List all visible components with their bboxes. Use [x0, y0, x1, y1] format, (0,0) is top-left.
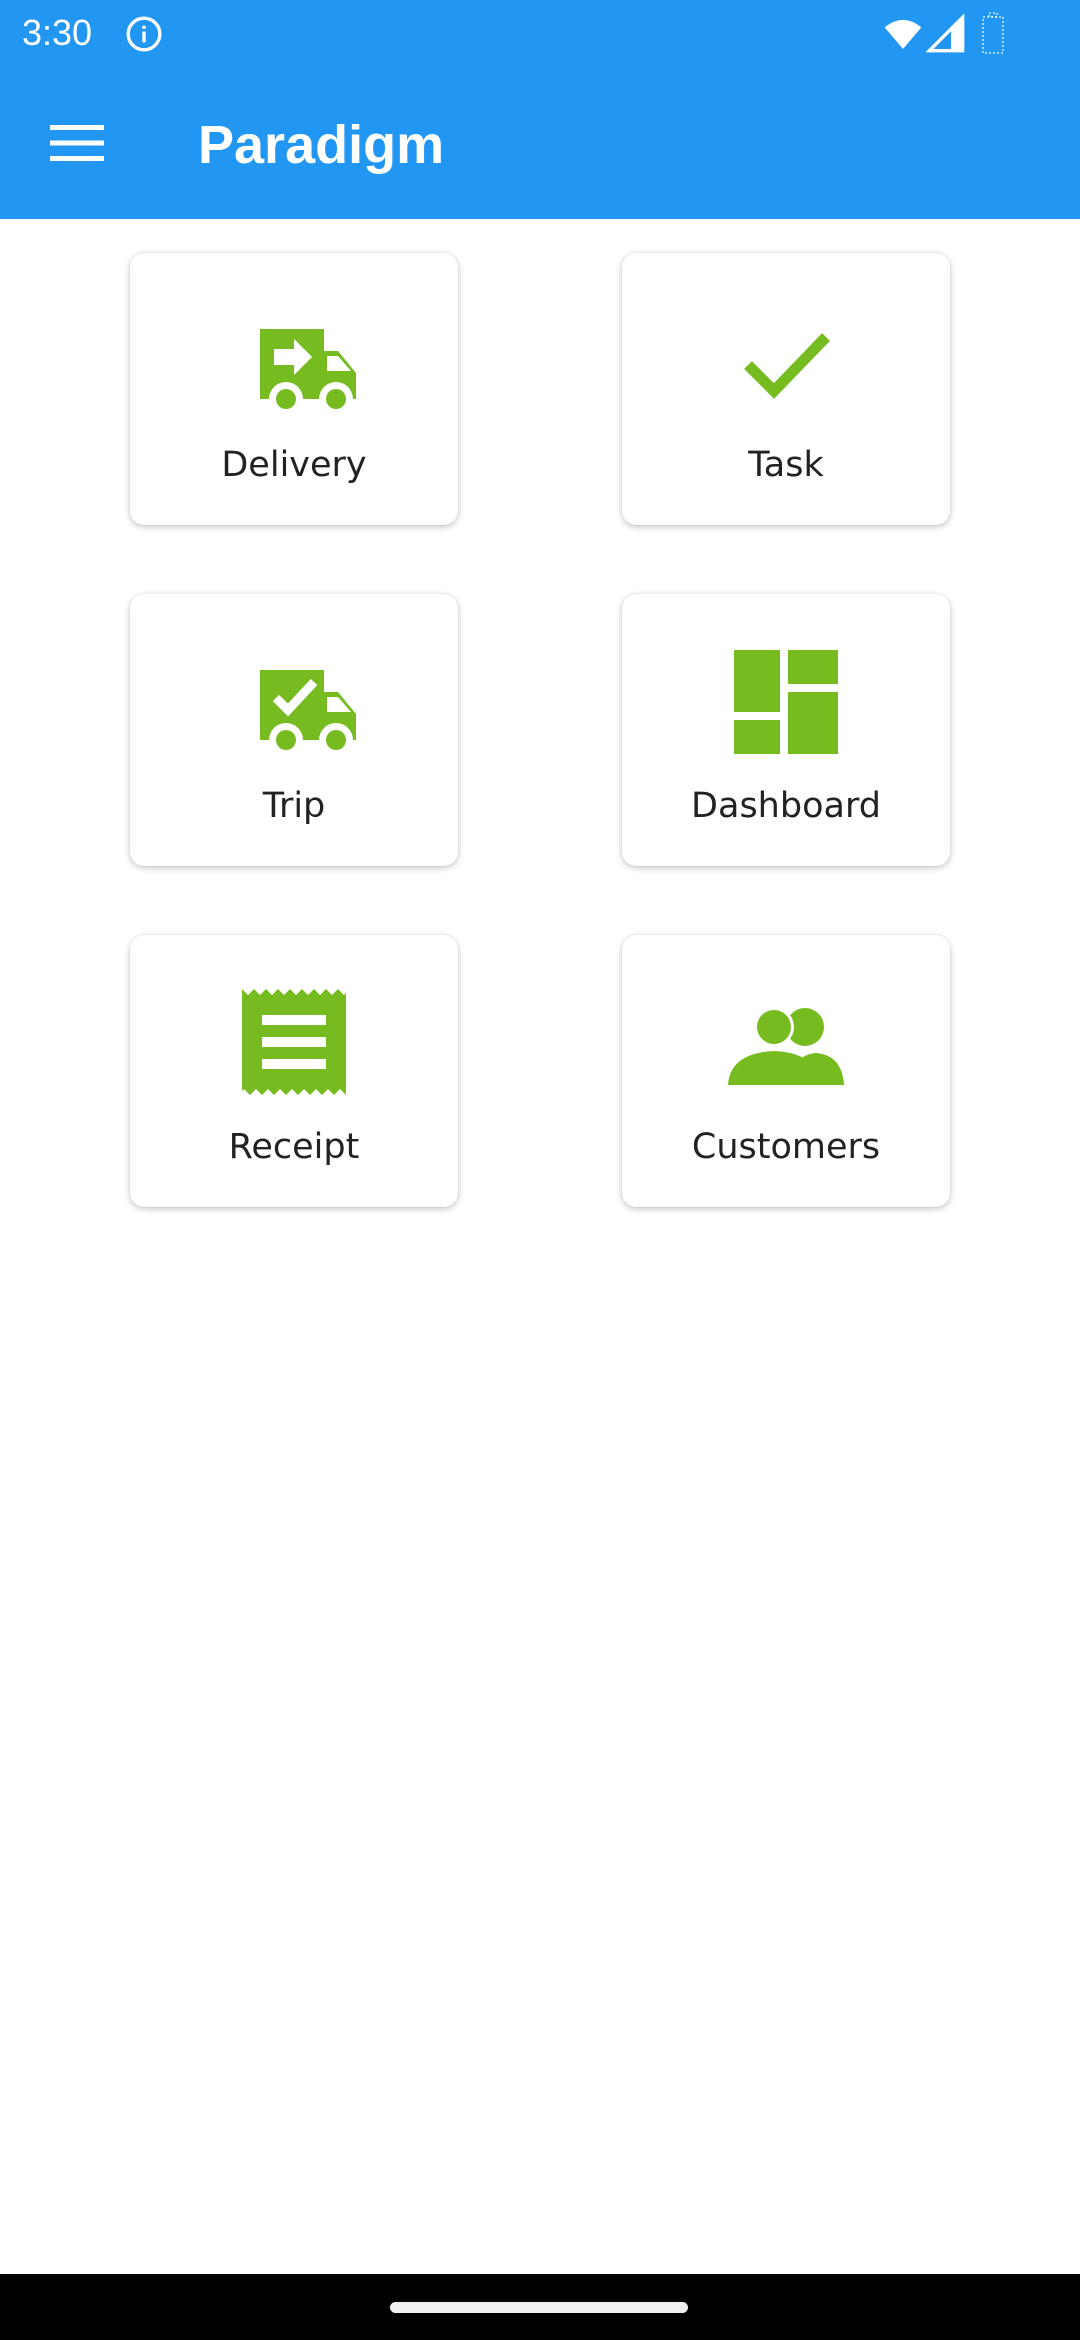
tile-label: Customers — [691, 1127, 881, 1167]
status-time: 3:30 — [22, 12, 93, 53]
tile-label: Dashboard — [691, 786, 881, 826]
system-navigation-bar — [0, 2274, 1080, 2340]
tile-label: Trip — [262, 786, 326, 826]
truck-check-icon — [226, 634, 362, 770]
dashboard-tile[interactable]: Dashboard — [622, 594, 950, 866]
wifi-icon — [880, 14, 926, 54]
receipt-icon — [226, 975, 362, 1111]
receipt-tile[interactable]: Receipt — [130, 935, 458, 1207]
info-icon — [124, 14, 164, 54]
app-title: Paradigm — [198, 115, 445, 175]
dashboard-icon — [718, 634, 854, 770]
customers-tile[interactable]: Customers — [622, 935, 950, 1207]
tile-label: Delivery — [221, 445, 367, 485]
trip-tile[interactable]: Trip — [130, 594, 458, 866]
battery-icon — [982, 12, 1004, 54]
truck-arrow-icon — [226, 293, 362, 429]
tile-label: Task — [748, 445, 824, 485]
app-bar: 3:30 Paradigm — [0, 0, 1080, 219]
delivery-tile[interactable]: Delivery — [130, 253, 458, 525]
checkmark-icon — [718, 293, 854, 429]
home-gesture-handle[interactable] — [390, 2302, 688, 2313]
hamburger-menu-icon — [50, 125, 104, 161]
cellular-signal-icon — [925, 13, 966, 54]
task-tile[interactable]: Task — [622, 253, 950, 525]
menu-button[interactable] — [30, 106, 124, 180]
people-icon — [718, 975, 854, 1111]
tile-label: Receipt — [228, 1127, 360, 1167]
